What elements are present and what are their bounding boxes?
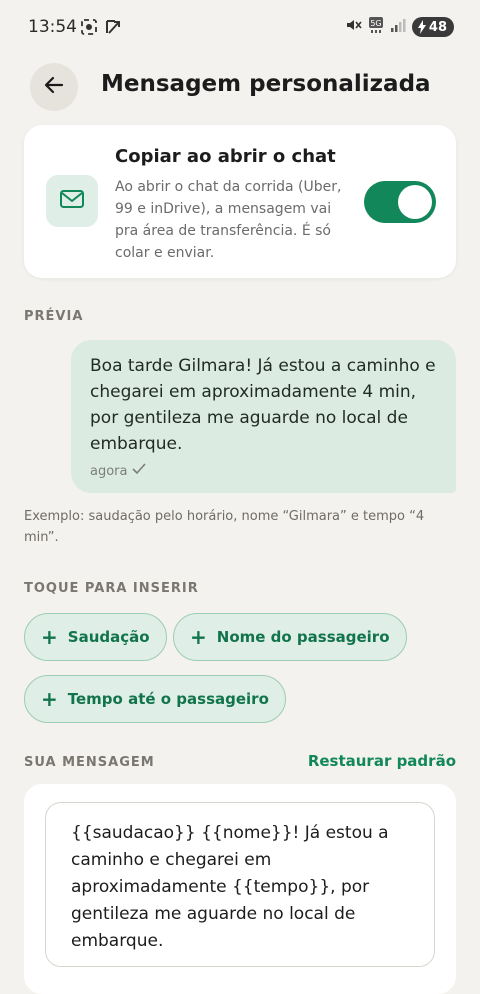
- plus-icon: +: [190, 625, 207, 649]
- copy-setting-card: Copiar ao abrir o chat Ao abrir o chat d…: [24, 125, 456, 278]
- page-title: Mensagem personalizada: [101, 71, 431, 97]
- insert-chip-tempo[interactable]: + Tempo até o passageiro: [24, 675, 286, 723]
- status-time: 13:54: [28, 17, 77, 37]
- plus-icon: +: [41, 687, 58, 711]
- plus-icon: +: [41, 625, 58, 649]
- message-label: SUA MENSAGEM: [24, 755, 155, 770]
- mail-icon: [59, 189, 85, 213]
- message-text: {{saudacao}} {{nome}}! Já estou a caminh…: [71, 823, 389, 951]
- back-button[interactable]: [30, 63, 78, 111]
- message-textarea[interactable]: {{saudacao}} {{nome}}! Já estou a caminh…: [45, 802, 435, 967]
- arrow-left-icon: [43, 74, 65, 100]
- copy-setting-title: Copiar ao abrir o chat: [115, 146, 336, 167]
- mail-icon-tile: [46, 175, 98, 227]
- mute-icon: [344, 16, 362, 38]
- signal-icon: [390, 17, 406, 37]
- restore-default-button[interactable]: Restaurar padrão: [308, 752, 456, 770]
- share-icon: [104, 18, 122, 40]
- insert-chip-nome[interactable]: + Nome do passageiro: [173, 613, 407, 661]
- insert-label: TOQUE PARA INSERIR: [24, 581, 199, 596]
- preview-label: PRÉVIA: [24, 309, 84, 324]
- check-icon: [132, 463, 147, 479]
- chip-label: Nome do passageiro: [216, 628, 390, 646]
- status-bar: 13:54 5G 48: [0, 0, 480, 56]
- preview-example: Exemplo: saudação pelo horário, nome “Gi…: [24, 509, 425, 545]
- chip-label: Tempo até o passageiro: [67, 690, 269, 708]
- battery-icon: 48: [411, 17, 454, 37]
- preview-meta: agora: [90, 463, 147, 479]
- insert-chip-saudacao[interactable]: + Saudação: [24, 613, 167, 661]
- preview-bubble: Boa tarde Gilmara! Já estou a caminho e …: [71, 340, 456, 493]
- copy-setting-description: Ao abrir o chat da corrida (Uber, 99 e i…: [115, 179, 342, 261]
- chip-label: Saudação: [67, 628, 150, 646]
- screenshot-icon: [80, 18, 98, 40]
- 5g-icon: 5G: [368, 16, 384, 38]
- battery-level: 48: [428, 19, 447, 35]
- toggle-knob: [398, 185, 432, 219]
- preview-time: agora: [90, 463, 128, 479]
- copy-on-open-toggle[interactable]: [364, 181, 436, 223]
- message-editor-card: {{saudacao}} {{nome}}! Já estou a caminh…: [24, 784, 456, 994]
- svg-text:5G: 5G: [370, 19, 381, 28]
- preview-message: Boa tarde Gilmara! Já estou a caminho e …: [90, 356, 436, 454]
